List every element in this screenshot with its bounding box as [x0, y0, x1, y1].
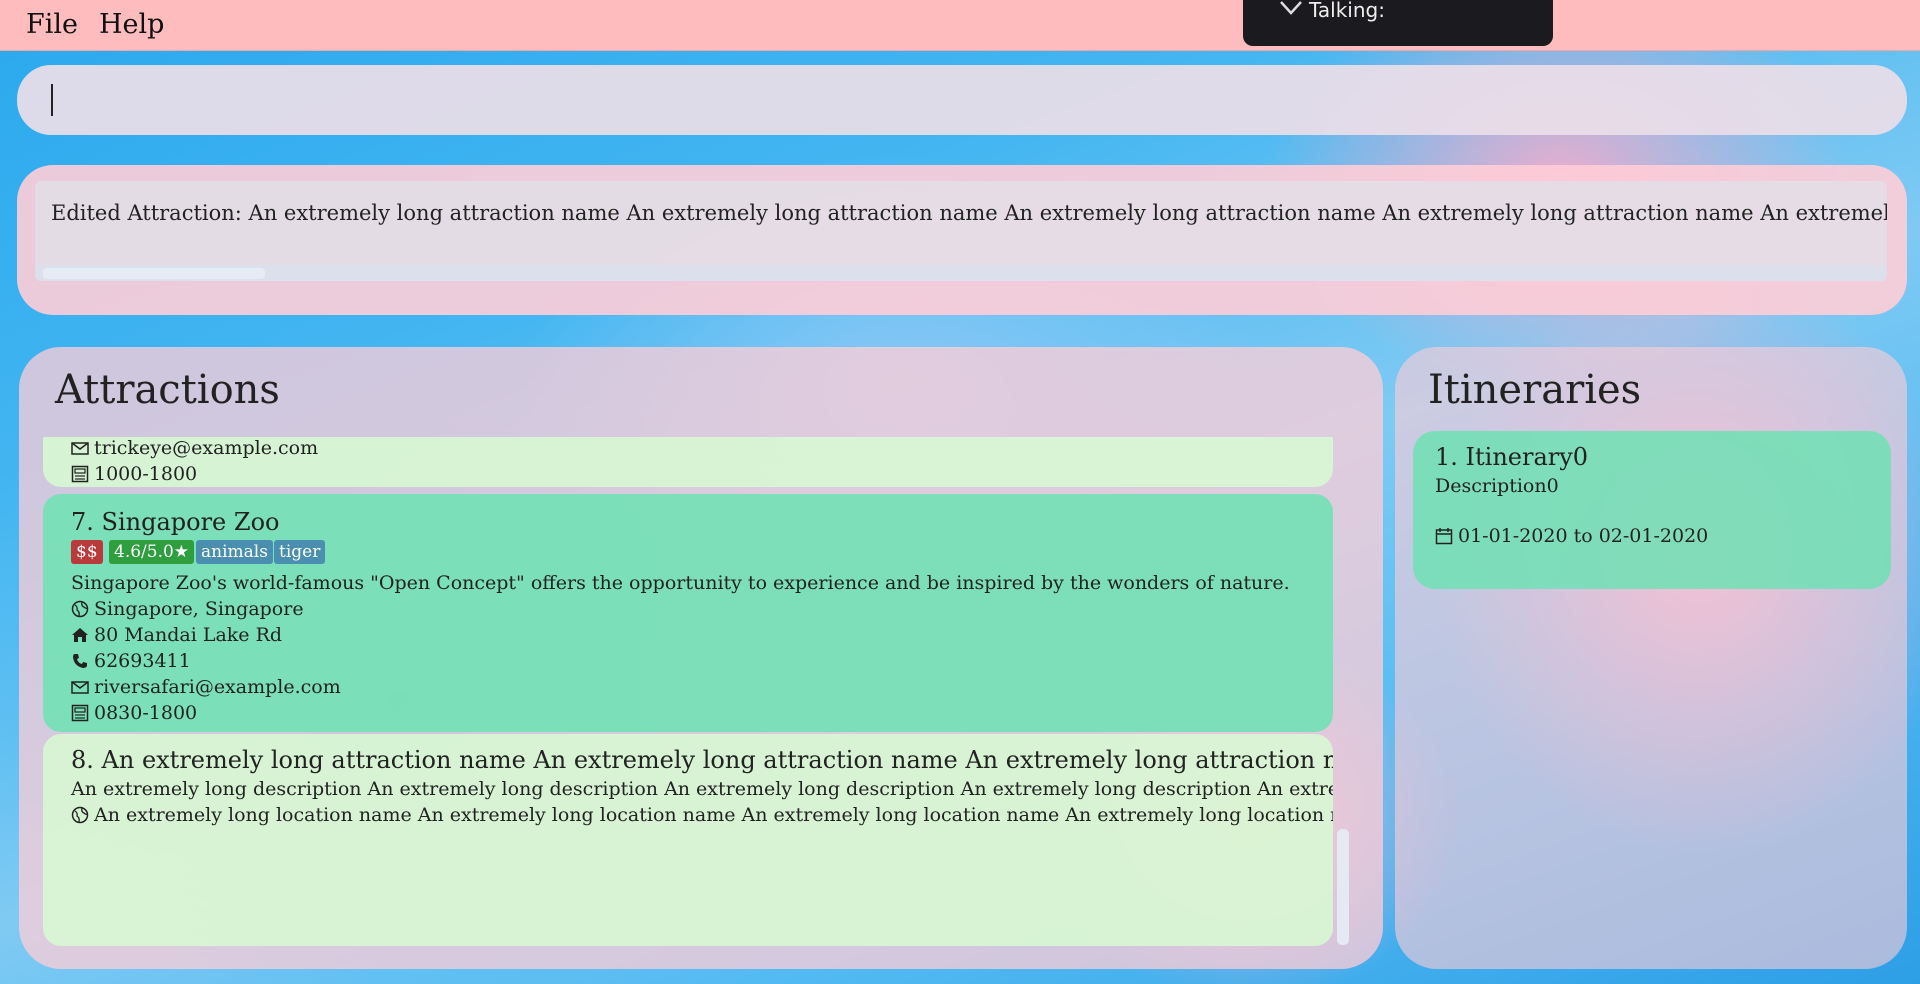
location-text: Singapore, Singapore: [94, 598, 304, 620]
location-text: An extremely long location name An extre…: [94, 804, 1333, 826]
attractions-panel: Attractions trickeye@example.com 1000-18…: [19, 347, 1383, 969]
mail-icon: [71, 442, 89, 455]
menu-file[interactable]: File: [26, 9, 78, 40]
tag-row: $$ 4.6/5.0★ animals tiger: [71, 540, 471, 564]
phone-text: 62693411: [94, 650, 191, 672]
horizontal-scrollbar[interactable]: [37, 265, 1887, 281]
price-tag: $$: [71, 540, 103, 564]
attraction-name: 8. An extremely long attraction name An …: [71, 746, 1333, 774]
mail-icon: [71, 681, 89, 694]
list-item[interactable]: 7. Singapore Zoo $$ 4.6/5.0★ animals tig…: [43, 494, 1333, 732]
list-item[interactable]: 8. An extremely long attraction name An …: [43, 734, 1333, 946]
itinerary-dates-line: 01-01-2020 to 02-01-2020: [1435, 525, 1708, 547]
address-line: 80 Mandai Lake Rd: [71, 624, 282, 646]
attraction-description: Singapore Zoo's world-famous "Open Conce…: [71, 572, 1290, 594]
calendar-icon: [1435, 528, 1453, 545]
menu-bar: File Help: [0, 0, 1920, 51]
menu-help[interactable]: Help: [99, 9, 164, 40]
tag-tiger: tiger: [274, 540, 326, 564]
itinerary-name: 1. Itinerary0: [1435, 443, 1589, 471]
itinerary-dates: 01-01-2020 to 02-01-2020: [1458, 525, 1709, 547]
email-line: trickeye@example.com: [71, 437, 318, 459]
phone-icon: [73, 654, 87, 668]
clock-icon: [71, 704, 89, 722]
command-input[interactable]: [17, 65, 1907, 135]
text-caret: [51, 84, 53, 116]
globe-icon: [71, 806, 89, 824]
email-text: trickeye@example.com: [94, 437, 319, 459]
globe-icon: [71, 600, 89, 618]
rating-tag: 4.6/5.0★: [109, 540, 195, 564]
attractions-title: Attractions: [55, 367, 280, 413]
address-text: 80 Mandai Lake Rd: [94, 624, 283, 646]
hours-line: 1000-1800: [71, 463, 197, 485]
itinerary-card[interactable]: 1. Itinerary0 Description0 01-01-2020 to…: [1413, 431, 1891, 589]
home-icon: [72, 628, 88, 642]
list-item[interactable]: trickeye@example.com 1000-1800: [43, 437, 1333, 487]
location-line: An extremely long location name An extre…: [71, 804, 1333, 826]
phone-line: 62693411: [71, 650, 191, 672]
result-display: Edited Attraction: An extremely long att…: [35, 181, 1887, 281]
scrollbar-thumb[interactable]: [43, 268, 265, 279]
tag-animals: animals: [196, 540, 273, 564]
attraction-description: An extremely long description An extreme…: [71, 778, 1333, 800]
result-display-panel: Edited Attraction: An extremely long att…: [17, 165, 1907, 315]
location-line: Singapore, Singapore: [71, 598, 304, 620]
email-text: riversafari@example.com: [94, 676, 341, 698]
hours-line: 0830-1800: [71, 702, 197, 724]
talking-overlay[interactable]: Talking:: [1243, 0, 1553, 46]
email-line: riversafari@example.com: [71, 676, 341, 698]
hours-text: 0830-1800: [94, 702, 198, 724]
talking-label: Talking:: [1309, 0, 1385, 22]
result-text: Edited Attraction: An extremely long att…: [51, 201, 1887, 225]
itineraries-title: Itineraries: [1428, 367, 1642, 413]
chevron-down-icon[interactable]: [1279, 0, 1303, 16]
hours-text: 1000-1800: [94, 463, 198, 485]
itinerary-description: Description0: [1435, 475, 1559, 497]
vertical-scrollbar[interactable]: [1335, 437, 1351, 949]
attraction-list[interactable]: trickeye@example.com 1000-1800 7. Singap…: [43, 437, 1355, 949]
clock-icon: [71, 465, 89, 483]
attraction-name: 7. Singapore Zoo: [71, 508, 280, 536]
itineraries-panel: Itineraries 1. Itinerary0 Description0 0…: [1395, 347, 1907, 969]
scrollbar-thumb[interactable]: [1337, 829, 1349, 945]
